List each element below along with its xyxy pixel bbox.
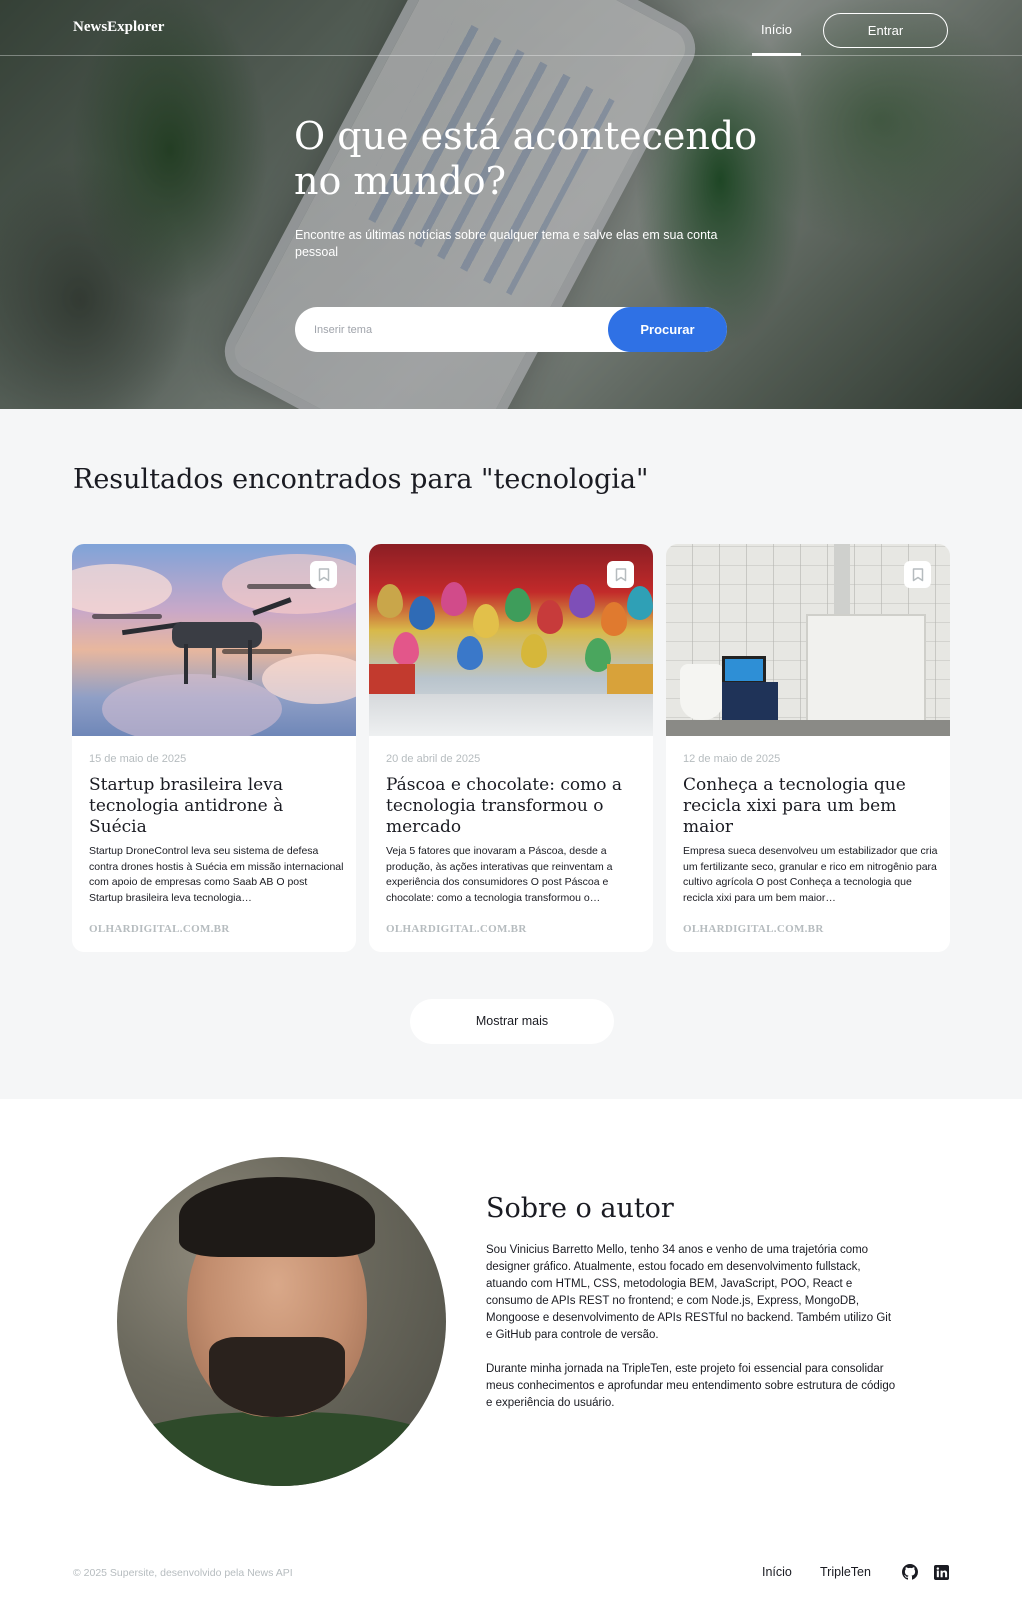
logo[interactable]: NewsExplorer [73, 19, 164, 36]
nav-home-link[interactable]: Início [752, 0, 801, 56]
search-input[interactable] [314, 321, 574, 339]
news-card-text: Empresa sueca desenvolveu um estabilizad… [683, 845, 938, 904]
login-button[interactable]: Entrar [823, 13, 948, 48]
news-card[interactable]: 15 de maio de 2025 Startup brasileira le… [72, 544, 356, 952]
news-card-source: OLHARDIGITAL.COM.BR [683, 923, 824, 935]
news-card-title: Páscoa e chocolate: como a tecnologia tr… [386, 775, 622, 837]
results-section: Resultados encontrados para "tecnologia"… [0, 409, 1022, 1099]
hero-subtitle: Encontre as últimas notícias sobre qualq… [295, 228, 718, 259]
news-card-source: OLHARDIGITAL.COM.BR [386, 923, 527, 935]
bookmark-button[interactable] [607, 561, 634, 588]
news-card-date: 12 de maio de 2025 [683, 753, 781, 765]
news-card-title: Conheça a tecnologia que recicla xixi pa… [683, 775, 906, 837]
about-paragraph: Durante minha jornada na TripleTen, este… [486, 1363, 896, 1409]
author-photo [117, 1157, 446, 1486]
github-link[interactable] [901, 1563, 919, 1581]
github-icon [902, 1564, 918, 1580]
site-footer: © 2025 Supersite, desenvolvido pela News… [0, 1519, 1022, 1600]
linkedin-link[interactable] [932, 1563, 950, 1581]
news-card-source: OLHARDIGITAL.COM.BR [89, 923, 230, 935]
show-more-button[interactable]: Mostrar mais [410, 999, 614, 1044]
linkedin-icon [933, 1564, 949, 1580]
bookmark-button[interactable] [904, 561, 931, 588]
hero-title: O que está acontecendo no mundo? [294, 114, 758, 203]
about-paragraph: Sou Vinicius Barretto Mello, tenho 34 an… [486, 1244, 892, 1341]
footer-link-home[interactable]: Início [762, 1565, 792, 1579]
news-card-text: Startup DroneControl leva seu sistema de… [89, 845, 344, 904]
search-button[interactable]: Procurar [608, 307, 727, 352]
copyright: © 2025 Supersite, desenvolvido pela News… [73, 1567, 293, 1579]
bookmark-icon [615, 567, 626, 581]
news-card-date: 20 de abril de 2025 [386, 753, 481, 765]
news-card-title: Startup brasileira leva tecnologia antid… [89, 775, 284, 837]
bookmark-button[interactable] [310, 561, 337, 588]
news-card[interactable]: 20 de abril de 2025 Páscoa e chocolate: … [369, 544, 653, 952]
news-card[interactable]: 12 de maio de 2025 Conheça a tecnologia … [666, 544, 950, 952]
bookmark-icon [912, 567, 923, 581]
news-card-date: 15 de maio de 2025 [89, 753, 187, 765]
site-header: NewsExplorer Início Entrar [0, 0, 1022, 56]
about-title: Sobre o autor [486, 1193, 674, 1224]
footer-link-tripleten[interactable]: TripleTen [820, 1565, 871, 1579]
hero-section: NewsExplorer Início Entrar O que está ac… [0, 0, 1022, 409]
bookmark-icon [318, 567, 329, 581]
results-title: Resultados encontrados para "tecnologia" [73, 464, 649, 495]
about-section: Sobre o autor Sou Vinicius Barretto Mell… [0, 1099, 1022, 1519]
news-card-text: Veja 5 fatores que inovaram a Páscoa, de… [386, 845, 613, 904]
